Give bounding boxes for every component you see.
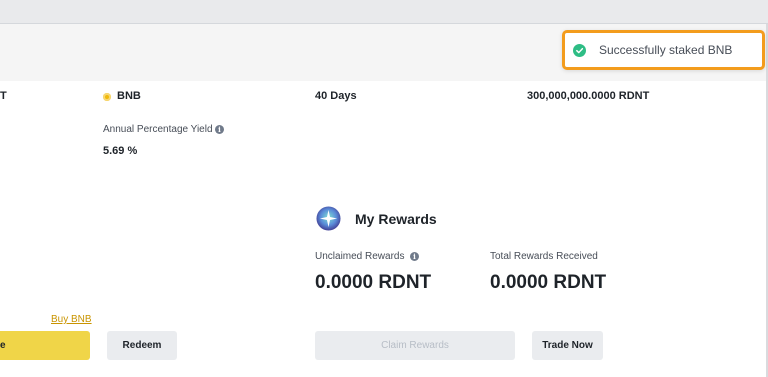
unclaimed-info-icon[interactable]: i [410,252,419,261]
apy-label: Annual Percentage Yield [103,124,213,135]
coin-name: BNB [117,90,141,102]
window-top-bar [0,0,768,24]
total-rewards-label: Total Rewards Received [490,251,598,262]
stake-button[interactable]: e [0,331,90,360]
duration-value: 40 Days [315,90,357,102]
rewards-title: My Rewards [355,211,437,227]
rewards-badge-icon [316,206,341,231]
buy-bnb-link[interactable]: Buy BNB [51,314,92,325]
success-toast: Successfully staked BNB [562,30,765,70]
trade-now-button[interactable]: Trade Now [532,331,603,360]
total-rewards-value: 0.0000 RDNT [490,272,607,293]
bnb-coin-icon [103,93,111,101]
apy-value: 5.69 % [103,145,138,157]
unclaimed-rewards-label: Unclaimed Rewards [315,251,405,262]
toast-message: Successfully staked BNB [599,43,733,57]
redeem-button[interactable]: Redeem [107,331,177,360]
apy-info-icon[interactable]: i [215,125,224,134]
check-circle-icon [573,43,586,57]
pool-cap-value: 300,000,000.0000 RDNT [527,90,650,102]
unclaimed-rewards-value: 0.0000 RDNT [315,272,432,293]
claim-rewards-button[interactable]: Claim Rewards [315,331,515,360]
product-column-partial: T [0,90,7,102]
